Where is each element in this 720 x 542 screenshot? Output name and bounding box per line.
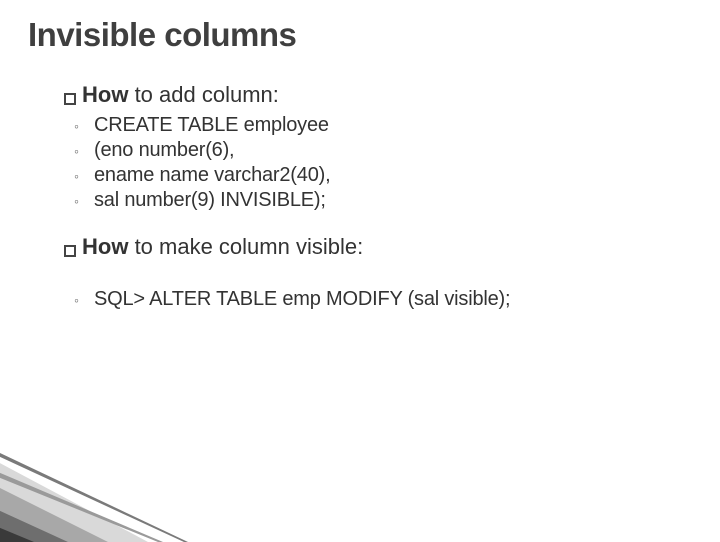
heading-text: How to add column: <box>82 82 279 108</box>
heading-add-column: How to add column: <box>64 82 692 108</box>
circle-bullet-icon: ◦ <box>74 168 94 184</box>
code-list-add: ◦ CREATE TABLE employee ◦ (eno number(6)… <box>74 114 692 212</box>
list-item: ◦ CREATE TABLE employee <box>74 114 692 137</box>
square-bullet-icon <box>64 245 76 257</box>
corner-decoration-icon <box>0 432 188 542</box>
code-line: ename name varchar2(40), <box>94 164 330 187</box>
heading-make-visible: How to make column visible: <box>64 234 692 260</box>
slide-title: Invisible columns <box>28 16 692 54</box>
code-line: SQL> ALTER TABLE emp MODIFY (sal visible… <box>94 288 510 311</box>
circle-bullet-icon: ◦ <box>74 118 94 134</box>
content-area: How to add column: ◦ CREATE TABLE employ… <box>28 82 692 311</box>
circle-bullet-icon: ◦ <box>74 143 94 159</box>
heading-rest: to make column visible: <box>128 234 363 259</box>
heading-bold: How <box>82 82 128 107</box>
slide: Invisible columns How to add column: ◦ C… <box>0 0 720 540</box>
code-list-visible: ◦ SQL> ALTER TABLE emp MODIFY (sal visib… <box>74 288 692 311</box>
spacer <box>64 266 692 284</box>
circle-bullet-icon: ◦ <box>74 292 94 308</box>
list-item: ◦ sal number(9) INVISIBLE); <box>74 189 692 212</box>
list-item: ◦ ename name varchar2(40), <box>74 164 692 187</box>
code-line: CREATE TABLE employee <box>94 114 329 137</box>
list-item: ◦ (eno number(6), <box>74 139 692 162</box>
code-line: (eno number(6), <box>94 139 234 162</box>
heading-rest: to add column: <box>128 82 278 107</box>
code-line: sal number(9) INVISIBLE); <box>94 189 326 212</box>
list-item: ◦ SQL> ALTER TABLE emp MODIFY (sal visib… <box>74 288 692 311</box>
circle-bullet-icon: ◦ <box>74 193 94 209</box>
heading-bold: How <box>82 234 128 259</box>
square-bullet-icon <box>64 93 76 105</box>
heading-text: How to make column visible: <box>82 234 363 260</box>
